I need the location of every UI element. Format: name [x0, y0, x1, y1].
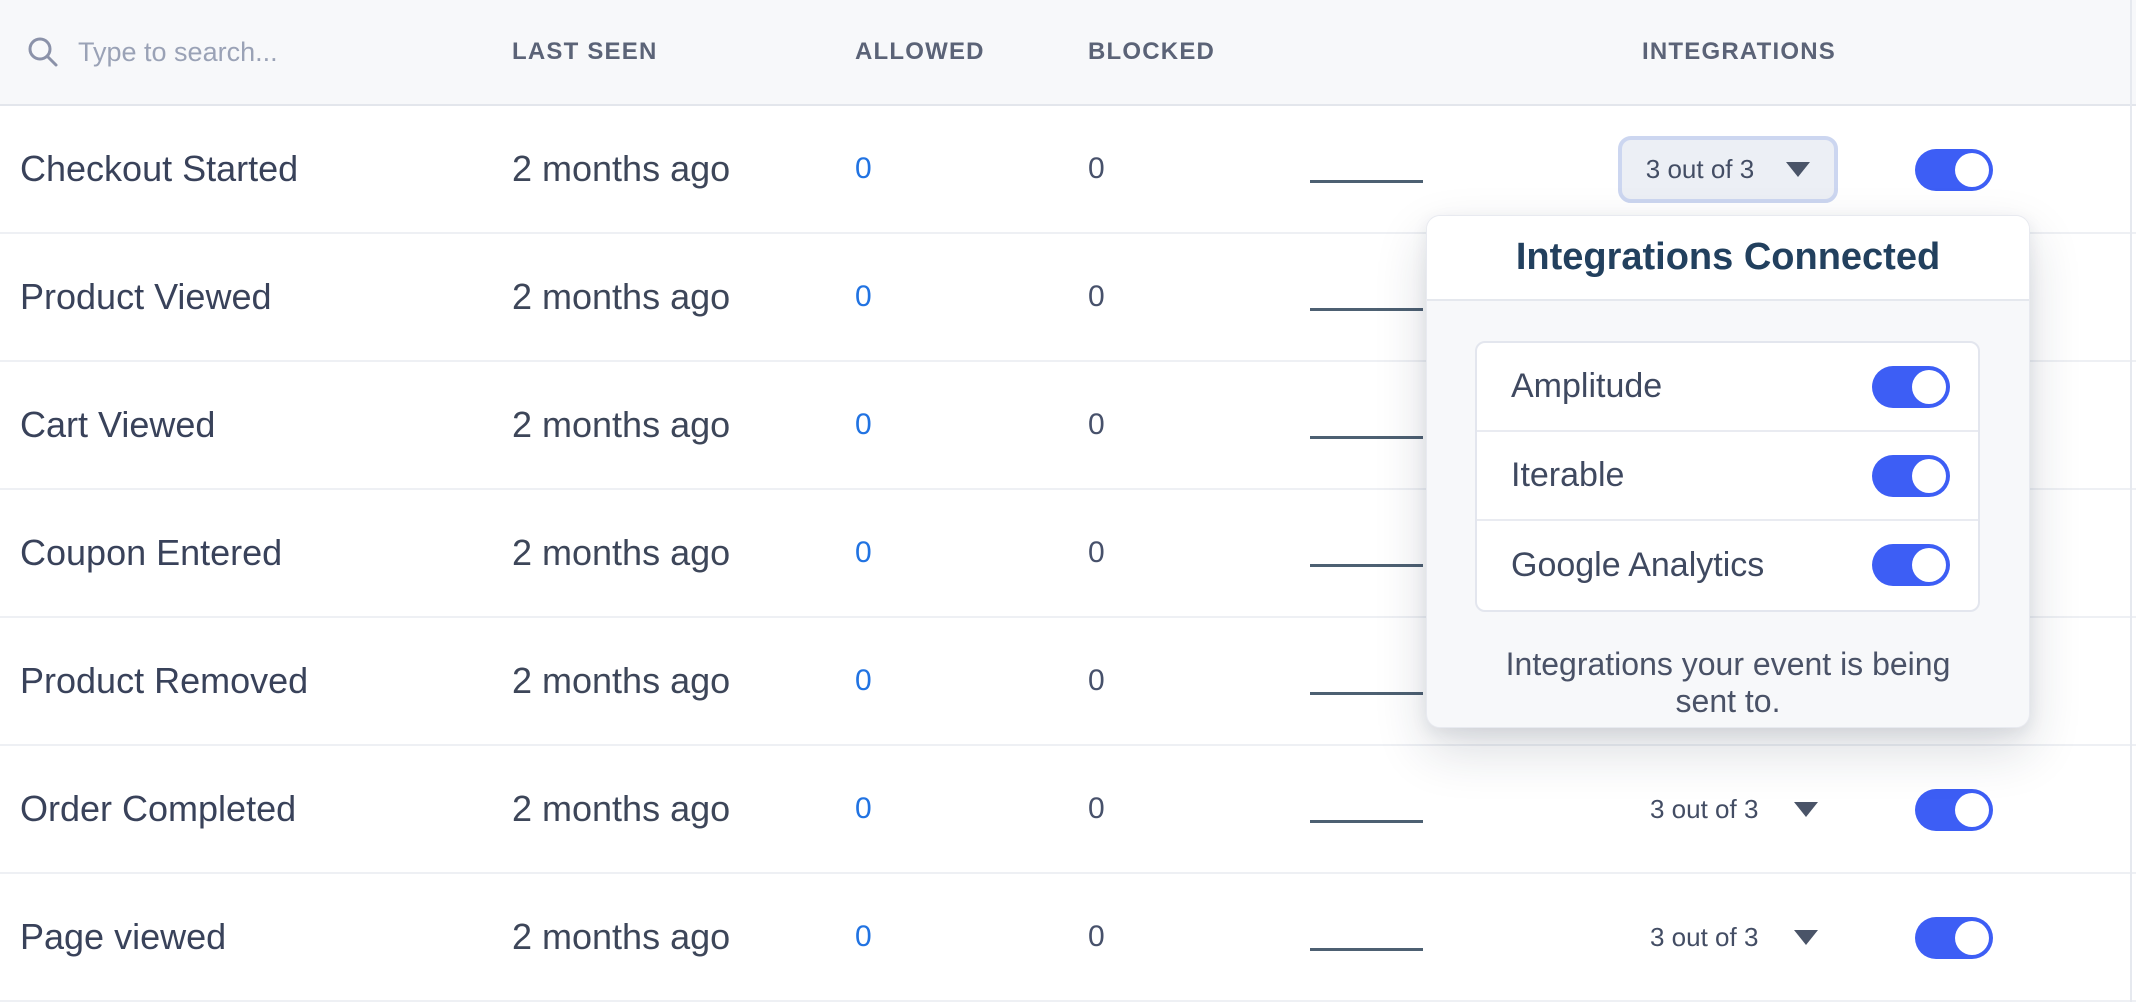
integrations-dropdown-label: 3 out of 3: [1650, 922, 1758, 953]
volume-dash: [1310, 180, 1423, 183]
event-name: Checkout Started: [20, 106, 298, 232]
blocked-count: 0: [1088, 746, 1105, 872]
event-name: Page viewed: [20, 874, 226, 1000]
toggle-knob: [1955, 921, 1989, 955]
integrations-dropdown[interactable]: 3 out of 3: [1618, 136, 1838, 203]
column-header-blocked: BLOCKED: [1088, 0, 1215, 104]
blocked-count: 0: [1088, 490, 1105, 616]
table-row: Order Completed 2 months ago 0 0 3 out o…: [0, 746, 2136, 874]
allowed-count-link[interactable]: 0: [855, 874, 872, 1000]
search-icon: [26, 35, 60, 69]
event-name: Product Removed: [20, 618, 308, 744]
integration-label: Google Analytics: [1511, 546, 1764, 585]
volume-dash: [1310, 692, 1423, 695]
blocked-count: 0: [1088, 618, 1105, 744]
blocked-count: 0: [1088, 234, 1105, 360]
last-seen-value: 2 months ago: [512, 234, 730, 360]
integrations-popover: Integrations Connected Amplitude Iterabl…: [1426, 215, 2030, 728]
event-name: Product Viewed: [20, 234, 272, 360]
event-name: Order Completed: [20, 746, 296, 872]
integrations-dropdown-label: 3 out of 3: [1650, 794, 1758, 825]
allowed-count-link[interactable]: 0: [855, 746, 872, 872]
search-input[interactable]: [78, 37, 408, 68]
column-header-last-seen: LAST SEEN: [512, 0, 657, 104]
last-seen-value: 2 months ago: [512, 362, 730, 488]
integration-toggle[interactable]: [1872, 544, 1950, 586]
blocked-count: 0: [1088, 106, 1105, 232]
last-seen-value: 2 months ago: [512, 874, 730, 1000]
toggle-knob: [1912, 459, 1946, 493]
volume-dash: [1310, 564, 1423, 567]
toggle-knob: [1912, 370, 1946, 404]
integration-item: Amplitude: [1477, 343, 1978, 432]
event-toggle[interactable]: [1915, 149, 1993, 191]
caret-down-icon: [1786, 162, 1810, 177]
volume-dash: [1310, 820, 1423, 823]
column-header-integrations: INTEGRATIONS: [1642, 0, 1836, 104]
last-seen-value: 2 months ago: [512, 746, 730, 872]
event-name: Coupon Entered: [20, 490, 282, 616]
integrations-dropdown-label: 3 out of 3: [1646, 154, 1754, 185]
integrations-dropdown[interactable]: 3 out of 3: [1650, 874, 1818, 1000]
integration-card: Amplitude Iterable Google Analytics: [1475, 341, 1980, 612]
toggle-knob: [1955, 153, 1989, 187]
volume-dash: [1310, 308, 1423, 311]
integration-item: Google Analytics: [1477, 521, 1978, 610]
integration-item: Iterable: [1477, 432, 1978, 521]
table-row: Page viewed 2 months ago 0 0 3 out of 3: [0, 874, 2136, 1002]
integration-label: Iterable: [1511, 456, 1624, 495]
table-header: LAST SEEN ALLOWED BLOCKED INTEGRATIONS: [0, 0, 2136, 106]
volume-dash: [1310, 436, 1423, 439]
caret-down-icon: [1794, 930, 1818, 945]
blocked-count: 0: [1088, 874, 1105, 1000]
event-toggle[interactable]: [1915, 789, 1993, 831]
integration-toggle[interactable]: [1872, 366, 1950, 408]
integrations-dropdown[interactable]: 3 out of 3: [1650, 746, 1818, 872]
blocked-count: 0: [1088, 362, 1105, 488]
last-seen-value: 2 months ago: [512, 490, 730, 616]
event-toggle[interactable]: [1915, 917, 1993, 959]
search-box[interactable]: [26, 0, 408, 104]
table-right-border: [2130, 0, 2132, 1002]
allowed-count-link[interactable]: 0: [855, 362, 872, 488]
popover-title: Integrations Connected: [1516, 236, 1940, 279]
toggle-knob: [1912, 548, 1946, 582]
allowed-count-link[interactable]: 0: [855, 490, 872, 616]
allowed-count-link[interactable]: 0: [855, 106, 872, 232]
popover-header: Integrations Connected: [1427, 216, 2029, 301]
integration-toggle[interactable]: [1872, 455, 1950, 497]
integration-label: Amplitude: [1511, 367, 1662, 406]
allowed-count-link[interactable]: 0: [855, 618, 872, 744]
popover-body: Amplitude Iterable Google Analytics Inte…: [1427, 301, 2029, 720]
toggle-knob: [1955, 793, 1989, 827]
allowed-count-link[interactable]: 0: [855, 234, 872, 360]
last-seen-value: 2 months ago: [512, 106, 730, 232]
popover-caption: Integrations your event is being sent to…: [1475, 646, 1981, 720]
event-name: Cart Viewed: [20, 362, 215, 488]
volume-dash: [1310, 948, 1423, 951]
column-header-allowed: ALLOWED: [855, 0, 985, 104]
caret-down-icon: [1794, 802, 1818, 817]
last-seen-value: 2 months ago: [512, 618, 730, 744]
